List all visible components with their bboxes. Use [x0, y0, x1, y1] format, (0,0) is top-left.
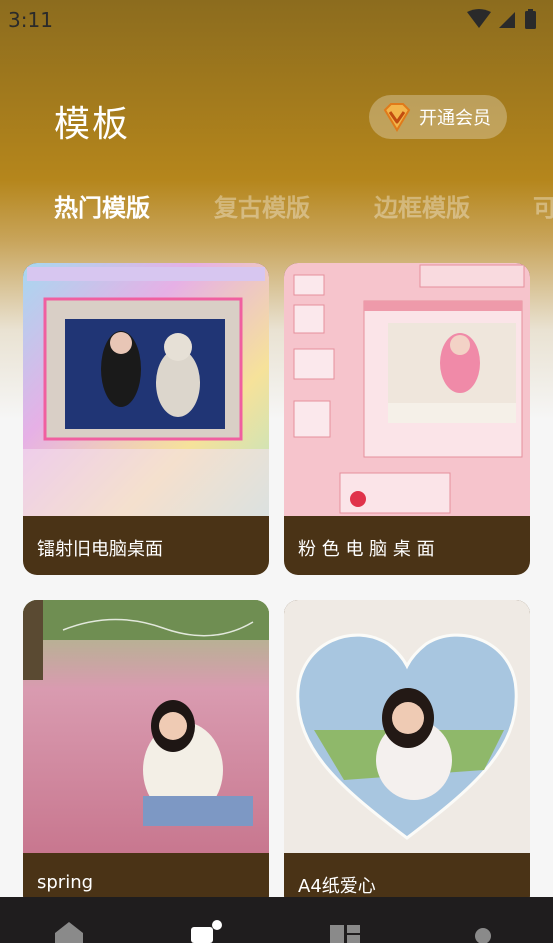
page-title: 模板 — [54, 104, 131, 145]
home-icon[interactable] — [52, 919, 86, 943]
template-thumbnail — [284, 600, 530, 853]
profile-icon[interactable] — [466, 919, 500, 943]
vip-label: 开通会员 — [419, 108, 491, 129]
diamond-icon — [383, 103, 411, 132]
layout-icon[interactable] — [328, 919, 362, 943]
template-thumbnail — [284, 263, 530, 516]
signal-icon — [499, 12, 515, 28]
status-icons — [467, 9, 536, 29]
template-thumbnail — [23, 600, 269, 853]
card-title: spring — [37, 872, 94, 893]
card-title: 镭射旧电脑桌面 — [37, 539, 163, 560]
template-card-a4-heart[interactable]: A4纸爱心 — [284, 600, 530, 910]
wifi-icon — [467, 9, 491, 28]
tab-border[interactable]: 边框模版 — [374, 188, 470, 223]
battery-icon — [525, 11, 536, 29]
vip-button[interactable]: 开通会员 — [369, 95, 507, 139]
card-title: 粉 色 电 脑 桌 面 — [298, 539, 435, 560]
card-title: A4纸爱心 — [298, 876, 376, 897]
template-thumbnail — [23, 263, 269, 516]
tab-more[interactable]: 可 — [533, 188, 553, 223]
templates-icon[interactable] — [189, 919, 223, 943]
status-time: 3:11 — [8, 8, 53, 32]
template-card-spring[interactable]: spring — [23, 600, 269, 910]
template-card-pink-pc[interactable]: 粉 色 电 脑 桌 面 — [284, 263, 530, 575]
tab-hot[interactable]: 热门模版 — [54, 188, 150, 223]
tab-retro[interactable]: 复古模版 — [214, 188, 310, 223]
bottom-nav — [0, 897, 553, 943]
template-card-laser-pc[interactable]: 镭射旧电脑桌面 — [23, 263, 269, 575]
category-tabs: 热门模版 复古模版 边框模版 可 — [0, 184, 553, 224]
status-bar: 3:11 — [0, 0, 553, 38]
